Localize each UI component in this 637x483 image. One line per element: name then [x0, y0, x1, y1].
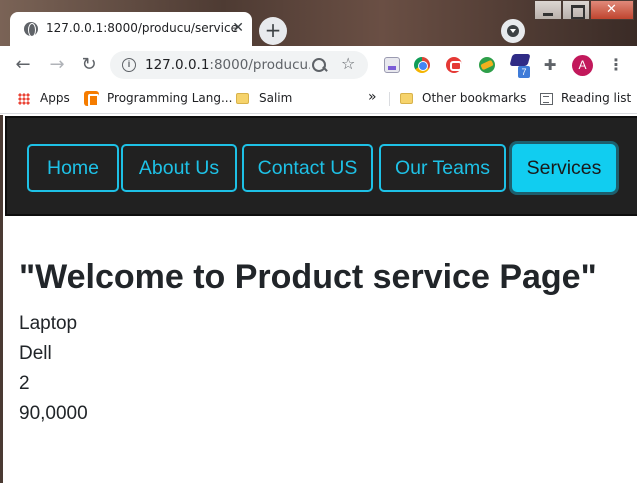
bookmark-salim[interactable]: Salim — [259, 91, 292, 105]
new-tab-button[interactable]: + — [259, 17, 287, 45]
zoom-icon[interactable] — [311, 57, 327, 73]
bookmarks-overflow-icon[interactable]: » — [368, 89, 377, 105]
product-details: Laptop Dell 2 90,0000 — [19, 309, 637, 429]
maximize-button[interactable] — [562, 0, 590, 20]
bookmarks-bar: Apps Programming Lang... Salim » Other b… — [0, 84, 637, 114]
back-arrow-icon[interactable]: ← — [12, 54, 34, 76]
nav-our-teams[interactable]: Our Teams — [379, 144, 506, 192]
bookmarks-divider — [389, 92, 390, 106]
url-text[interactable]: 127.0.0.1:8000/producu... — [145, 57, 310, 73]
product-brand: Dell — [19, 343, 52, 364]
product-quantity: 2 — [19, 373, 30, 394]
product-name: Laptop — [19, 313, 78, 334]
bookmark-apps[interactable]: Apps — [40, 91, 70, 105]
bookmark-reading-list[interactable]: Reading list — [561, 91, 631, 105]
browser-title-bar: 127.0.0.1:8000/producu/service ✕ + — [0, 0, 637, 46]
other-bookmarks-folder-icon — [400, 93, 413, 104]
globe-icon — [24, 22, 38, 37]
extension-badge: 7 — [518, 66, 530, 78]
main-content: "Welcome to Product service Page" Laptop… — [19, 257, 637, 429]
tab-search-button[interactable] — [501, 19, 525, 43]
address-bar[interactable]: i 127.0.0.1:8000/producu... ☆ — [110, 51, 368, 79]
nav-home[interactable]: Home — [27, 144, 119, 192]
bookmark-programming[interactable]: Programming Lang... — [107, 91, 232, 105]
site-navbar: Home About Us Contact US Our Teams Servi… — [5, 116, 637, 216]
apps-grid-icon — [18, 93, 30, 105]
close-window-button[interactable] — [590, 0, 634, 20]
browser-tab[interactable]: 127.0.0.1:8000/producu/service ✕ — [10, 12, 252, 46]
blogger-icon — [84, 91, 99, 107]
globe-extension-icon[interactable] — [479, 57, 495, 73]
page-viewport: Home About Us Contact US Our Teams Servi… — [0, 115, 637, 483]
page-title: "Welcome to Product service Page" — [19, 258, 597, 296]
chrome-extension-icon[interactable] — [414, 57, 430, 73]
pdf-extension-icon[interactable] — [384, 57, 400, 73]
minimize-button[interactable] — [534, 0, 562, 20]
browser-toolbar: ← → ↻ i 127.0.0.1:8000/producu... ☆ 7 ✚ … — [0, 46, 637, 84]
puzzle-icon[interactable]: ✚ — [542, 57, 558, 73]
tab-title: 127.0.0.1:8000/producu/service — [46, 21, 238, 35]
nav-about-us[interactable]: About Us — [121, 144, 237, 192]
red-extension-icon[interactable] — [446, 57, 462, 73]
forward-arrow-icon[interactable]: → — [46, 54, 68, 76]
product-price: 90,0000 — [19, 403, 88, 424]
reload-icon[interactable]: ↻ — [78, 54, 100, 76]
bookmark-star-icon[interactable]: ☆ — [341, 54, 355, 73]
graduation-cap-extension-icon[interactable] — [509, 54, 531, 66]
bookmark-other[interactable]: Other bookmarks — [422, 91, 526, 105]
reading-list-icon — [540, 93, 553, 105]
nav-contact-us[interactable]: Contact US — [242, 144, 373, 192]
menu-icon[interactable]: ⋮ — [608, 54, 624, 76]
folder-icon — [236, 93, 249, 104]
profile-avatar[interactable]: A — [572, 55, 593, 76]
nav-services[interactable]: Services — [512, 144, 616, 192]
site-info-icon[interactable]: i — [122, 58, 136, 72]
close-tab-icon[interactable]: ✕ — [232, 20, 244, 36]
